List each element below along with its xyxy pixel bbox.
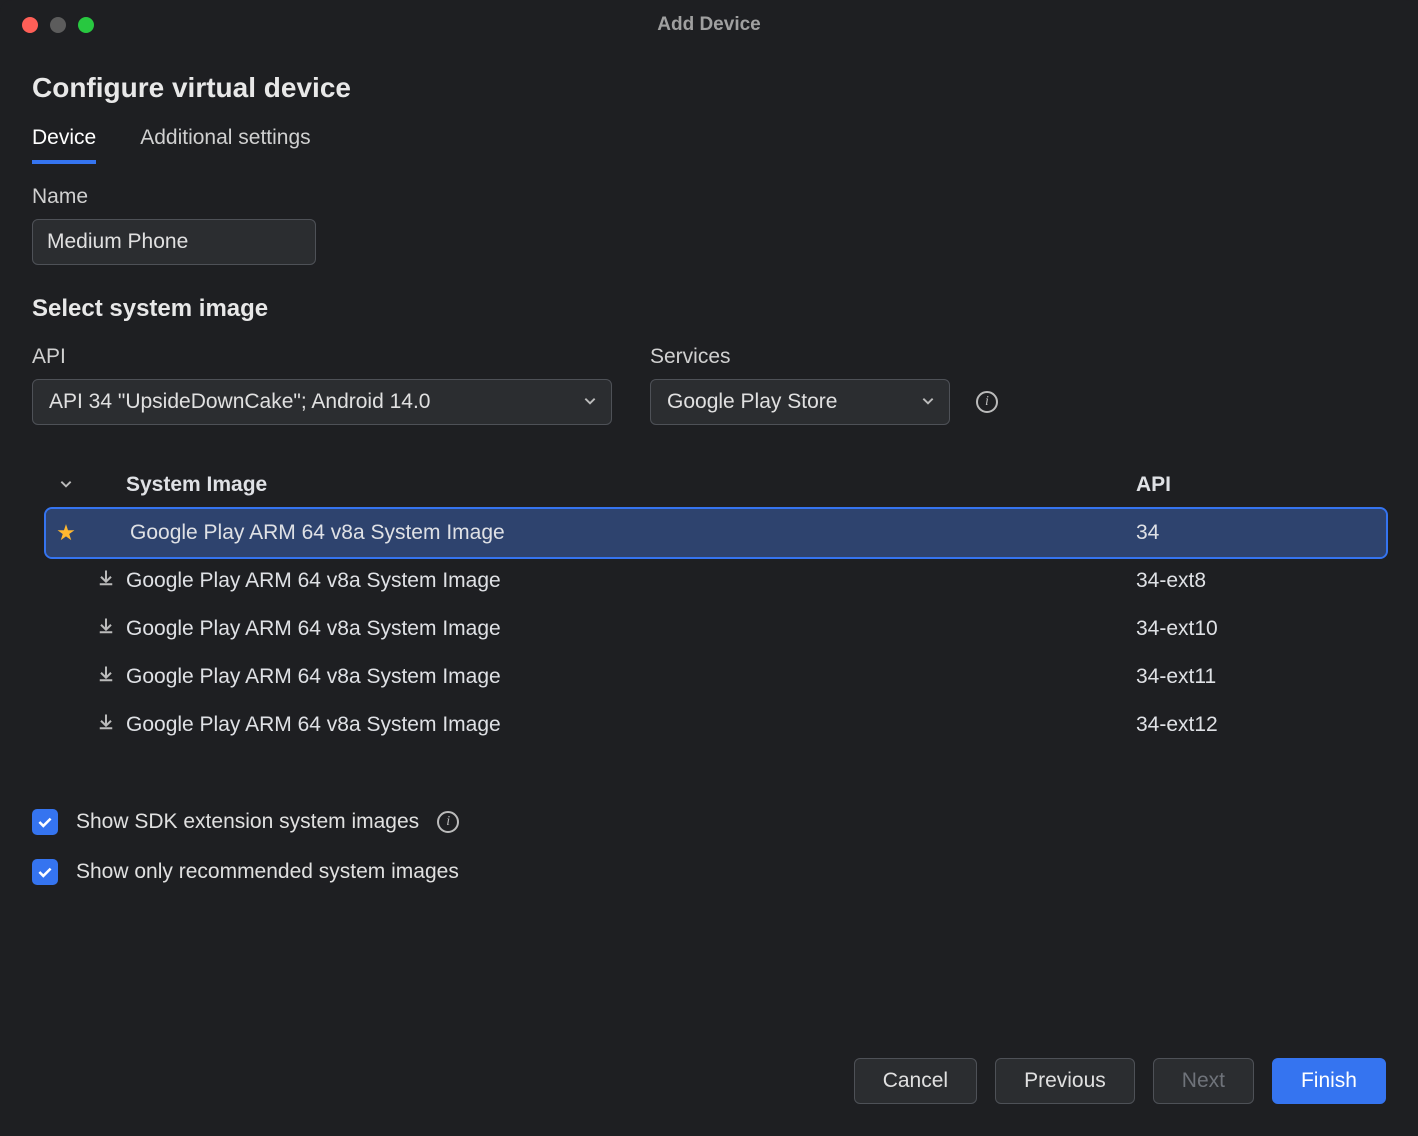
cancel-button[interactable]: Cancel	[854, 1058, 977, 1104]
row-name: Google Play ARM 64 v8a System Image	[126, 665, 1136, 689]
tab-device[interactable]: Device	[32, 126, 96, 164]
table-row[interactable]: Google Play ARM 64 v8a System Image34-ex…	[46, 653, 1386, 701]
info-icon[interactable]: i	[976, 391, 998, 413]
api-label: API	[32, 345, 612, 369]
column-header-api: API	[1136, 473, 1386, 497]
download-icon[interactable]	[96, 664, 116, 690]
download-icon[interactable]	[96, 712, 116, 738]
checkbox-sdk-extension-label: Show SDK extension system images	[76, 810, 419, 834]
chevron-down-icon	[921, 390, 935, 414]
row-api: 34-ext8	[1136, 569, 1386, 593]
next-button: Next	[1153, 1058, 1254, 1104]
checkbox-recommended[interactable]	[32, 859, 58, 885]
section-heading: Select system image	[32, 295, 1386, 323]
row-name: Google Play ARM 64 v8a System Image	[126, 617, 1136, 641]
name-input[interactable]	[32, 219, 316, 265]
services-label: Services	[650, 345, 950, 369]
chevron-down-icon	[583, 390, 597, 414]
row-api: 34-ext10	[1136, 617, 1386, 641]
services-dropdown-value: Google Play Store	[667, 390, 837, 414]
system-image-table: System Image API ★ Google Play ARM 64 v8a…	[46, 465, 1386, 749]
api-dropdown[interactable]: API 34 "UpsideDownCake"; Android 14.0	[32, 379, 612, 425]
download-icon[interactable]	[96, 616, 116, 642]
star-icon: ★	[56, 520, 76, 546]
row-name: Google Play ARM 64 v8a System Image	[126, 713, 1136, 737]
collapse-toggle[interactable]	[46, 473, 86, 497]
row-name: Google Play ARM 64 v8a System Image	[126, 569, 1136, 593]
titlebar: Add Device	[0, 0, 1418, 50]
column-header-name: System Image	[86, 473, 1136, 497]
table-row[interactable]: ★ Google Play ARM 64 v8a System Image34	[46, 509, 1386, 557]
checkbox-recommended-label: Show only recommended system images	[76, 860, 459, 884]
finish-button[interactable]: Finish	[1272, 1058, 1386, 1104]
services-dropdown[interactable]: Google Play Store	[650, 379, 950, 425]
previous-button[interactable]: Previous	[995, 1058, 1135, 1104]
api-dropdown-value: API 34 "UpsideDownCake"; Android 14.0	[49, 390, 430, 414]
row-api: 34-ext11	[1136, 665, 1386, 689]
name-label: Name	[32, 185, 1386, 209]
table-row[interactable]: Google Play ARM 64 v8a System Image34-ex…	[46, 701, 1386, 749]
row-name: Google Play ARM 64 v8a System Image	[126, 521, 1136, 545]
footer: Cancel Previous Next Finish	[0, 1030, 1418, 1136]
chevron-down-icon	[59, 473, 73, 497]
page-heading: Configure virtual device	[32, 72, 1386, 104]
table-row[interactable]: Google Play ARM 64 v8a System Image34-ex…	[46, 605, 1386, 653]
row-api: 34-ext12	[1136, 713, 1386, 737]
window-title: Add Device	[0, 14, 1418, 36]
row-api: 34	[1136, 521, 1386, 545]
checkbox-sdk-extension[interactable]	[32, 809, 58, 835]
download-icon[interactable]	[96, 568, 116, 594]
tabs: Device Additional settings	[32, 126, 1386, 165]
table-row[interactable]: Google Play ARM 64 v8a System Image34-ex…	[46, 557, 1386, 605]
info-icon[interactable]: i	[437, 811, 459, 833]
tab-additional-settings[interactable]: Additional settings	[140, 126, 310, 164]
